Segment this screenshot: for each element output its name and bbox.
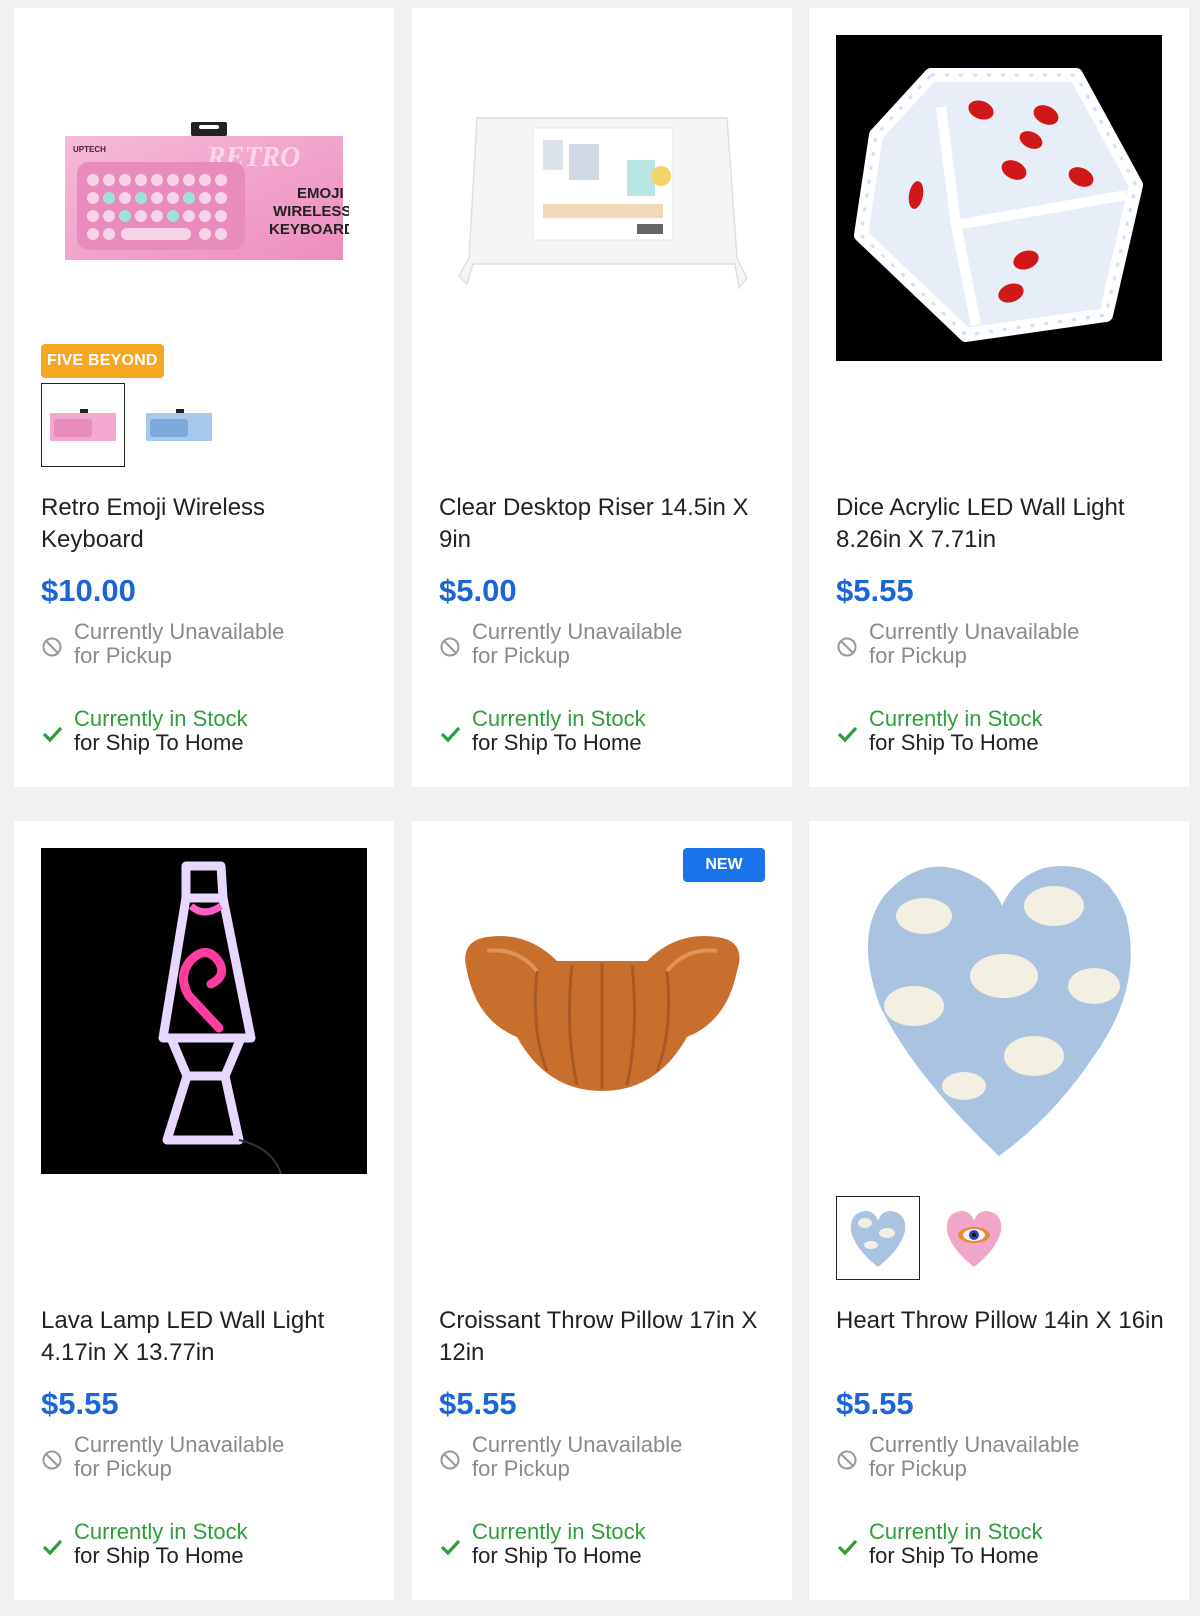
- checkmark-icon: [837, 1539, 858, 1556]
- ship-status: Currently in Stock: [74, 1519, 248, 1544]
- cloud-heart-thumb-icon: [850, 1211, 906, 1267]
- brand-badge: FIVE BEYOND: [41, 344, 164, 378]
- eye-heart-thumb-icon: [946, 1211, 1002, 1267]
- product-price: $5.00: [439, 573, 517, 608]
- ship-availability: Currently in Stock for Ship To Home: [836, 707, 1043, 755]
- ship-method: for Ship To Home: [869, 1543, 1039, 1568]
- pickup-availability: Currently Unavailable for Pickup: [41, 1433, 284, 1481]
- ship-availability: Currently in Stock for Ship To Home: [439, 1520, 646, 1568]
- product-image[interactable]: [41, 848, 367, 1174]
- blue-keyboard-thumb-icon: [146, 409, 212, 441]
- pickup-status: Currently Unavailable: [472, 1432, 683, 1457]
- svg-text:WIRELESS: WIRELESS: [273, 203, 349, 220]
- pickup-method: for Pickup: [74, 643, 172, 668]
- product-price: $5.55: [439, 1386, 517, 1421]
- ship-status: Currently in Stock: [472, 706, 646, 731]
- color-swatches: [836, 1196, 1016, 1280]
- pickup-availability: Currently Unavailable for Pickup: [439, 620, 682, 668]
- heart-pillow-image: [867, 866, 1131, 1156]
- product-title[interactable]: Heart Throw Pillow 14in X 16in: [836, 1305, 1166, 1337]
- ship-availability: Currently in Stock for Ship To Home: [41, 1520, 248, 1568]
- product-title[interactable]: Clear Desktop Riser 14.5in X 9in: [439, 492, 769, 556]
- dice-led-image: [854, 68, 1143, 342]
- ship-availability: Currently in Stock for Ship To Home: [439, 707, 646, 755]
- pickup-availability: Currently Unavailable for Pickup: [836, 620, 1079, 668]
- unavailable-circle-icon: [440, 637, 460, 657]
- swatch-pink-keyboard[interactable]: [41, 383, 125, 467]
- product-title[interactable]: Dice Acrylic LED Wall Light 8.26in X 7.7…: [836, 492, 1166, 556]
- ship-status: Currently in Stock: [869, 706, 1043, 731]
- pickup-method: for Pickup: [74, 1456, 172, 1481]
- pickup-availability: Currently Unavailable for Pickup: [836, 1433, 1079, 1481]
- pink-keyboard-thumb-icon: [50, 409, 116, 441]
- product-card[interactable]: Dice Acrylic LED Wall Light 8.26in X 7.7…: [809, 8, 1189, 787]
- pickup-method: for Pickup: [472, 1456, 570, 1481]
- product-price: $5.55: [41, 1386, 119, 1421]
- product-price: $5.55: [836, 573, 914, 608]
- pickup-method: for Pickup: [869, 643, 967, 668]
- pickup-availability: Currently Unavailable for Pickup: [439, 1433, 682, 1481]
- product-title[interactable]: Lava Lamp LED Wall Light 4.17in X 13.77i…: [41, 1305, 371, 1369]
- product-price: $5.55: [836, 1386, 914, 1421]
- product-card[interactable]: NEW Croissant Throw Pillow 17in X 12in $…: [412, 821, 792, 1600]
- ship-method: for Ship To Home: [869, 730, 1039, 755]
- product-image[interactable]: UPTECH RETRO EMOJI WIRELESS KEYBOARD: [41, 35, 367, 361]
- pickup-status: Currently Unavailable: [74, 619, 285, 644]
- ship-availability: Currently in Stock for Ship To Home: [836, 1520, 1043, 1568]
- unavailable-circle-icon: [837, 1450, 857, 1470]
- product-image[interactable]: [439, 848, 765, 1174]
- product-grid: UPTECH RETRO EMOJI WIRELESS KEYBOARD FIV…: [0, 0, 1200, 1616]
- swatch-eye-heart[interactable]: [932, 1196, 1016, 1280]
- ship-status: Currently in Stock: [869, 1519, 1043, 1544]
- ship-method: for Ship To Home: [472, 730, 642, 755]
- croissant-pillow-image: [465, 936, 740, 1091]
- color-swatches: [41, 383, 221, 467]
- unavailable-circle-icon: [837, 637, 857, 657]
- product-card[interactable]: Lava Lamp LED Wall Light 4.17in X 13.77i…: [14, 821, 394, 1600]
- product-card[interactable]: Heart Throw Pillow 14in X 16in $5.55 Cur…: [809, 821, 1189, 1600]
- checkmark-icon: [837, 726, 858, 743]
- product-image[interactable]: [836, 35, 1162, 361]
- checkmark-icon: [440, 726, 461, 743]
- product-image[interactable]: [439, 35, 765, 361]
- pickup-method: for Pickup: [869, 1456, 967, 1481]
- svg-text:KEYBOARD: KEYBOARD: [269, 221, 349, 238]
- lava-lamp-led-image: [158, 861, 282, 1174]
- checkmark-icon: [42, 726, 63, 743]
- svg-text:EMOJI: EMOJI: [297, 185, 344, 202]
- checkmark-icon: [42, 1539, 63, 1556]
- new-badge: NEW: [683, 848, 765, 882]
- pickup-method: for Pickup: [472, 643, 570, 668]
- pickup-status: Currently Unavailable: [869, 1432, 1080, 1457]
- product-image[interactable]: [836, 848, 1162, 1174]
- pickup-status: Currently Unavailable: [74, 1432, 285, 1457]
- keyboard-box-image: UPTECH RETRO EMOJI WIRELESS KEYBOARD: [65, 122, 349, 260]
- product-title[interactable]: Retro Emoji Wireless Keyboard: [41, 492, 371, 556]
- unavailable-circle-icon: [42, 637, 62, 657]
- ship-availability: Currently in Stock for Ship To Home: [41, 707, 248, 755]
- ship-status: Currently in Stock: [472, 1519, 646, 1544]
- product-card[interactable]: Clear Desktop Riser 14.5in X 9in $5.00 C…: [412, 8, 792, 787]
- unavailable-circle-icon: [42, 1450, 62, 1470]
- ship-method: for Ship To Home: [74, 730, 244, 755]
- pickup-status: Currently Unavailable: [869, 619, 1080, 644]
- desktop-riser-image: [458, 117, 748, 290]
- product-title[interactable]: Croissant Throw Pillow 17in X 12in: [439, 1305, 769, 1369]
- svg-text:UPTECH: UPTECH: [73, 145, 106, 154]
- pickup-status: Currently Unavailable: [472, 619, 683, 644]
- ship-method: for Ship To Home: [74, 1543, 244, 1568]
- checkmark-icon: [440, 1539, 461, 1556]
- swatch-blue-keyboard[interactable]: [137, 383, 221, 467]
- product-card[interactable]: UPTECH RETRO EMOJI WIRELESS KEYBOARD FIV…: [14, 8, 394, 787]
- pickup-availability: Currently Unavailable for Pickup: [41, 620, 284, 668]
- unavailable-circle-icon: [440, 1450, 460, 1470]
- swatch-cloud-heart[interactable]: [836, 1196, 920, 1280]
- product-price: $10.00: [41, 573, 136, 608]
- ship-status: Currently in Stock: [74, 706, 248, 731]
- ship-method: for Ship To Home: [472, 1543, 642, 1568]
